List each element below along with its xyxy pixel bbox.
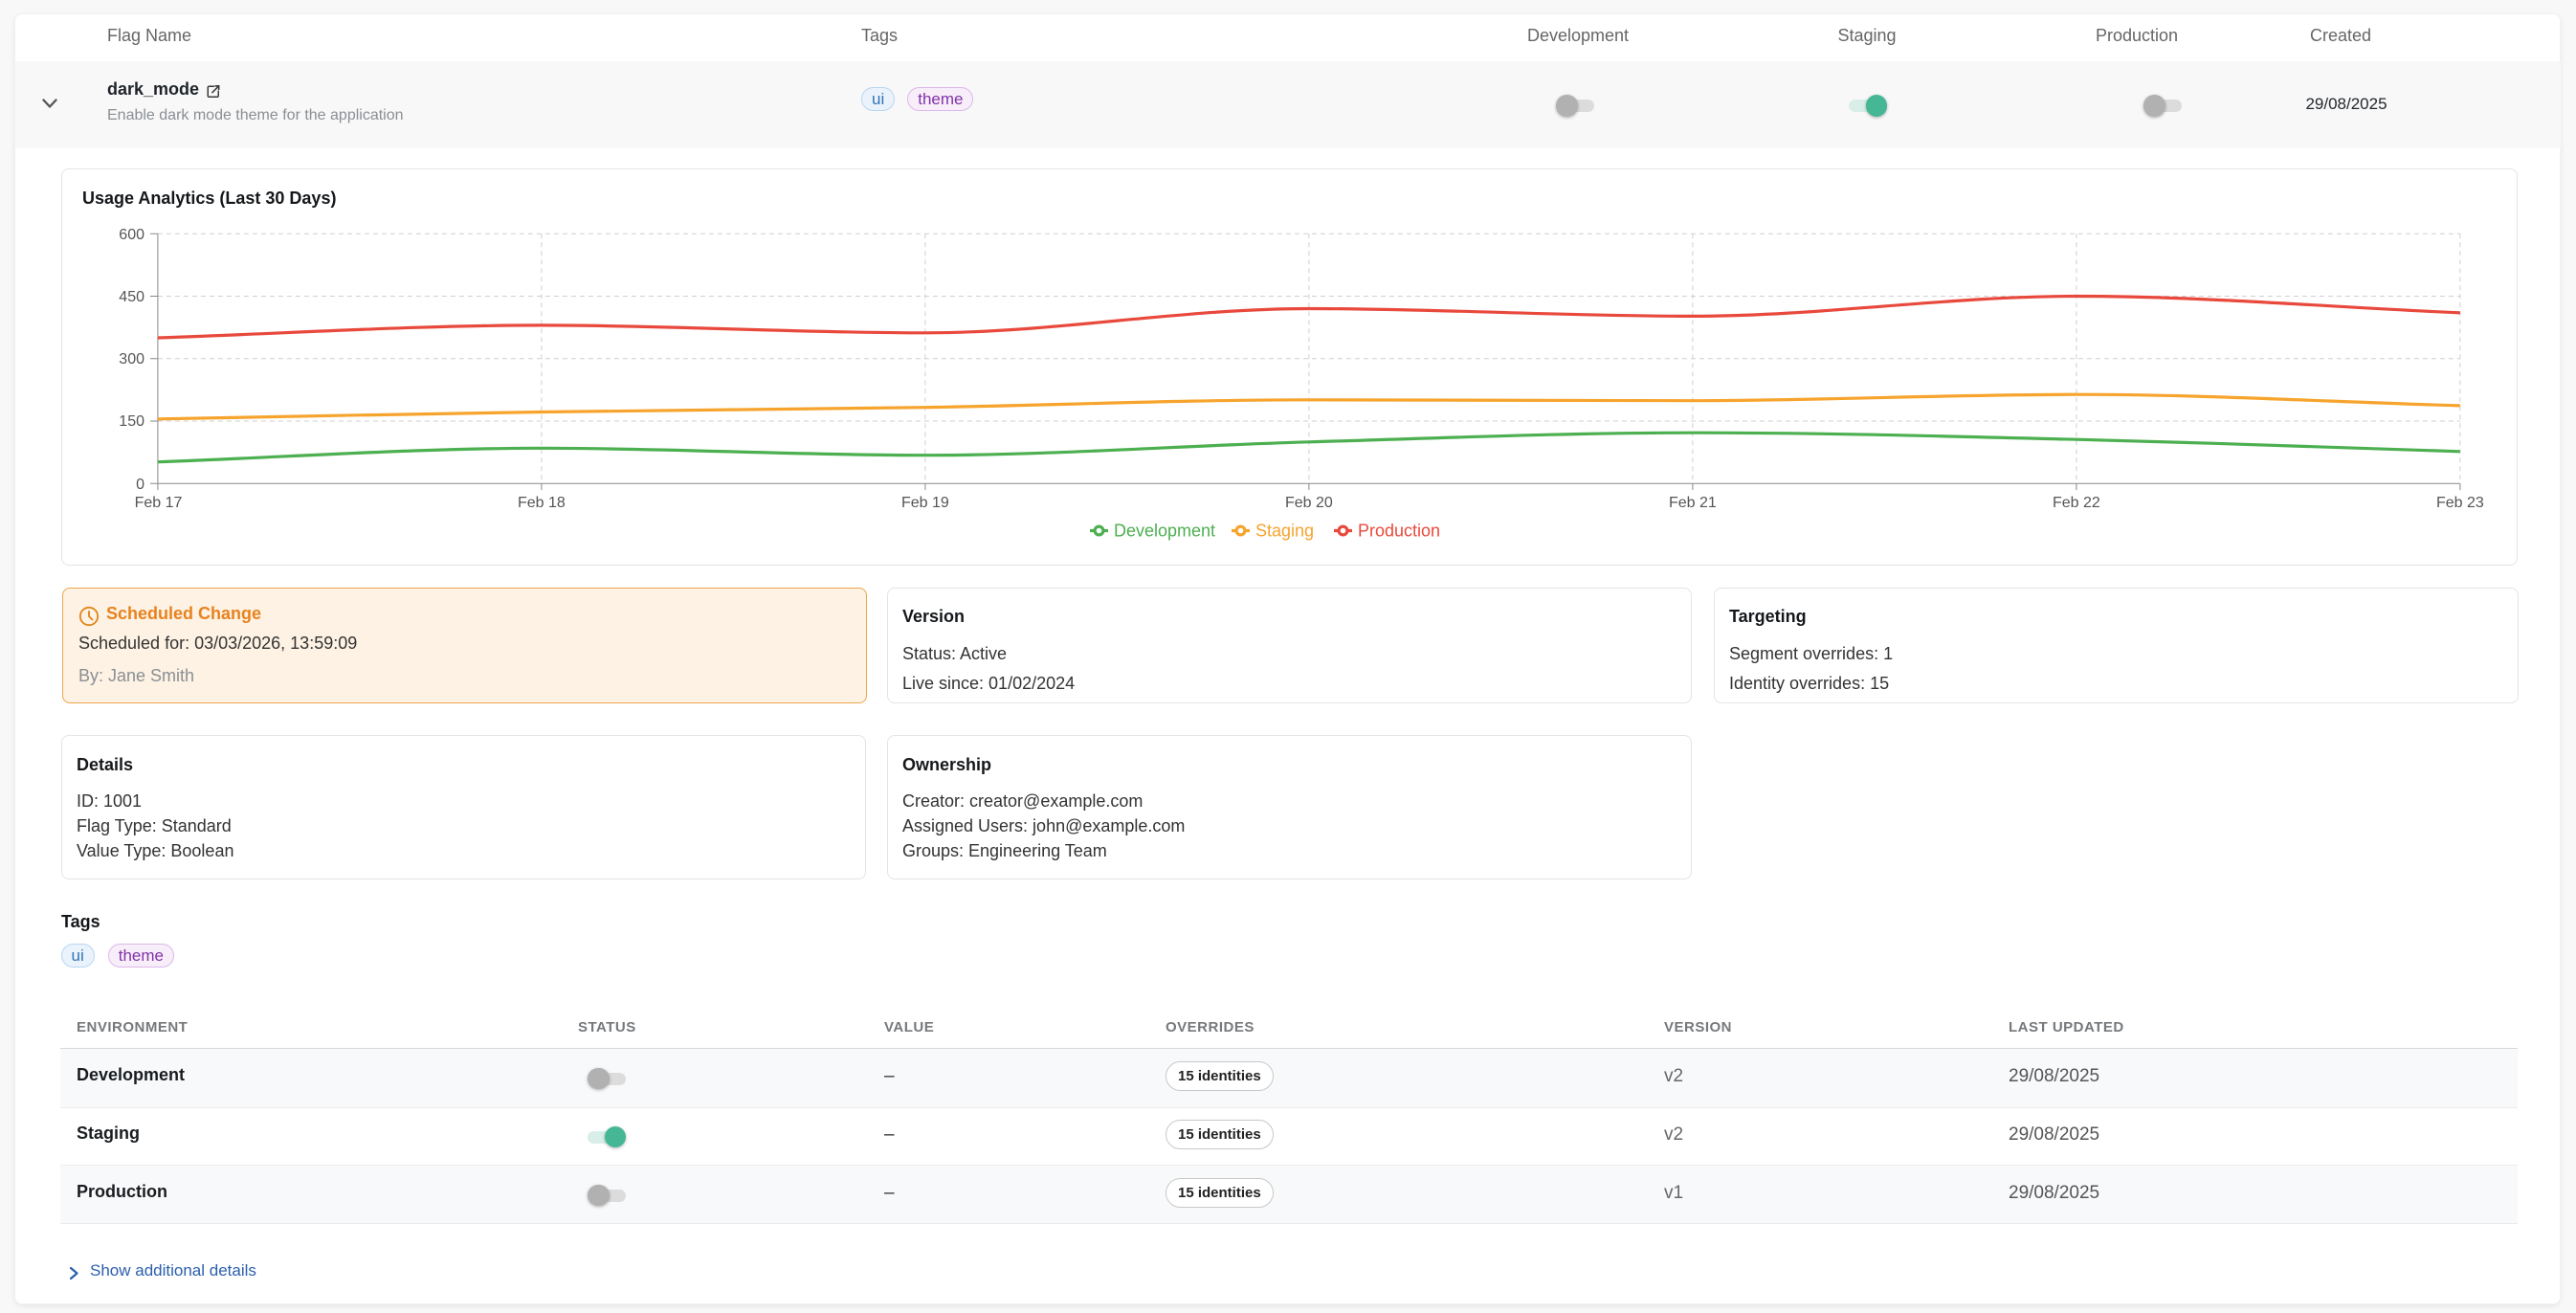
svg-text:Feb 20: Feb 20 [1285,495,1333,511]
svg-text:Feb 23: Feb 23 [2436,495,2484,511]
svg-text:0: 0 [136,477,144,493]
svg-text:Development: Development [1114,522,1215,541]
svg-text:300: 300 [119,351,144,367]
svg-text:600: 600 [119,227,144,243]
svg-text:Feb 19: Feb 19 [901,495,949,511]
svg-text:450: 450 [119,289,144,305]
svg-text:Feb 21: Feb 21 [1669,495,1717,511]
svg-text:Feb 17: Feb 17 [135,495,183,511]
svg-text:Feb 18: Feb 18 [518,495,566,511]
svg-text:150: 150 [119,413,144,430]
svg-text:Production: Production [1358,522,1440,541]
svg-text:Staging: Staging [1255,522,1314,541]
svg-text:Feb 22: Feb 22 [2053,495,2100,511]
